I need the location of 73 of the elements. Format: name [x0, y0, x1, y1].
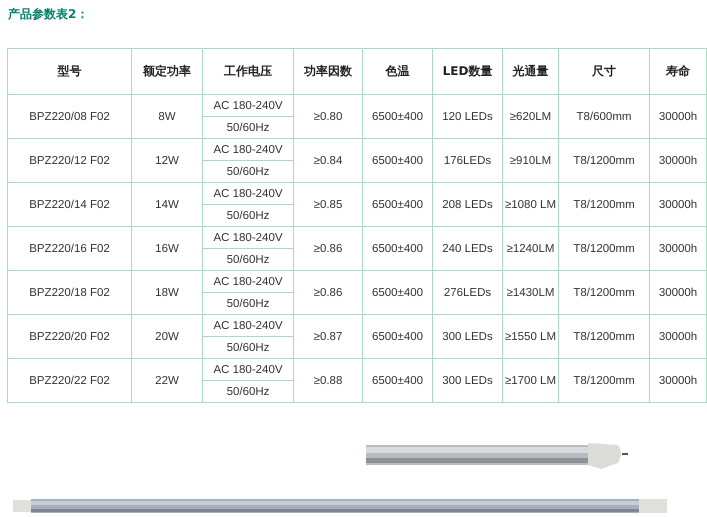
- voltage-cell: AC 180-240V: [202, 314, 294, 336]
- section-heading: 产品参数表2：: [8, 6, 88, 23]
- color-temperature-cell: 6500±400: [362, 138, 432, 182]
- power-cell: 12W: [132, 138, 202, 182]
- model-cell: BPZ220/20 F02: [8, 314, 132, 358]
- luminous-flux-cell: ≥1080 LM: [502, 182, 558, 226]
- lifetime-cell: 30000h: [650, 358, 706, 402]
- voltage-cell: AC 180-240V: [202, 182, 294, 204]
- color-temperature-cell: 6500±400: [362, 182, 432, 226]
- lifetime-cell: 30000h: [650, 138, 706, 182]
- luminous-flux-cell: ≥1240LM: [502, 226, 558, 270]
- model-cell: BPZ220/18 F02: [8, 270, 132, 314]
- voltage-cell: AC 180-240V: [202, 94, 294, 116]
- led-count-cell: 120 LEDs: [432, 94, 502, 138]
- column-header: 功率因数: [294, 48, 362, 94]
- power-factor-cell: ≥0.87: [294, 314, 362, 358]
- power-factor-cell: ≥0.80: [294, 94, 362, 138]
- size-cell: T8/1200mm: [558, 358, 650, 402]
- led-count-cell: 240 LEDs: [432, 226, 502, 270]
- column-header: 光通量: [502, 48, 558, 94]
- color-temperature-cell: 6500±400: [362, 358, 432, 402]
- luminous-flux-cell: ≥1430LM: [502, 270, 558, 314]
- power-factor-cell: ≥0.88: [294, 358, 362, 402]
- size-cell: T8/1200mm: [558, 138, 650, 182]
- model-cell: BPZ220/14 F02: [8, 182, 132, 226]
- power-factor-cell: ≥0.86: [294, 270, 362, 314]
- model-cell: BPZ220/16 F02: [8, 226, 132, 270]
- power-cell: 8W: [132, 94, 202, 138]
- size-cell: T8/1200mm: [558, 314, 650, 358]
- model-cell: BPZ220/12 F02: [8, 138, 132, 182]
- led-count-cell: 208 LEDs: [432, 182, 502, 226]
- power-cell: 16W: [132, 226, 202, 270]
- voltage-cell: AC 180-240V: [202, 270, 294, 292]
- led-count-cell: 276LEDs: [432, 270, 502, 314]
- luminous-flux-cell: ≥910LM: [502, 138, 558, 182]
- led-count-cell: 176LEDs: [432, 138, 502, 182]
- power-factor-cell: ≥0.86: [294, 226, 362, 270]
- column-header: 寿命: [650, 48, 706, 94]
- model-cell: BPZ220/22 F02: [8, 358, 132, 402]
- column-header: 型号: [8, 48, 132, 94]
- power-factor-cell: ≥0.85: [294, 182, 362, 226]
- led-count-cell: 300 LEDs: [432, 358, 502, 402]
- lifetime-cell: 30000h: [650, 226, 706, 270]
- power-factor-cell: ≥0.84: [294, 138, 362, 182]
- size-cell: T8/1200mm: [558, 226, 650, 270]
- power-cell: 22W: [132, 358, 202, 402]
- power-cell: 20W: [132, 314, 202, 358]
- lifetime-cell: 30000h: [650, 314, 706, 358]
- lifetime-cell: 30000h: [650, 182, 706, 226]
- size-cell: T8/1200mm: [558, 182, 650, 226]
- luminous-flux-cell: ≥1700 LM: [502, 358, 558, 402]
- voltage-cell: AC 180-240V: [202, 138, 294, 160]
- power-cell: 18W: [132, 270, 202, 314]
- column-header: LED数量: [432, 48, 502, 94]
- power-cell: 14W: [132, 182, 202, 226]
- led-count-cell: 300 LEDs: [432, 314, 502, 358]
- color-temperature-cell: 6500±400: [362, 314, 432, 358]
- lifetime-cell: 30000h: [650, 270, 706, 314]
- color-temperature-cell: 6500±400: [362, 270, 432, 314]
- column-header: 工作电压: [202, 48, 294, 94]
- column-header: 色温: [362, 48, 432, 94]
- color-temperature-cell: 6500±400: [362, 94, 432, 138]
- model-cell: BPZ220/08 F02: [8, 94, 132, 138]
- size-cell: T8/600mm: [558, 94, 650, 138]
- luminous-flux-cell: ≥1550 LM: [502, 314, 558, 358]
- column-header: 尺寸: [558, 48, 650, 94]
- size-cell: T8/1200mm: [558, 270, 650, 314]
- column-header: 额定功率: [132, 48, 202, 94]
- luminous-flux-cell: ≥620LM: [502, 94, 558, 138]
- voltage-cell: AC 180-240V: [202, 358, 294, 380]
- voltage-cell: AC 180-240V: [202, 226, 294, 248]
- color-temperature-cell: 6500±400: [362, 226, 432, 270]
- lifetime-cell: 30000h: [650, 94, 706, 138]
